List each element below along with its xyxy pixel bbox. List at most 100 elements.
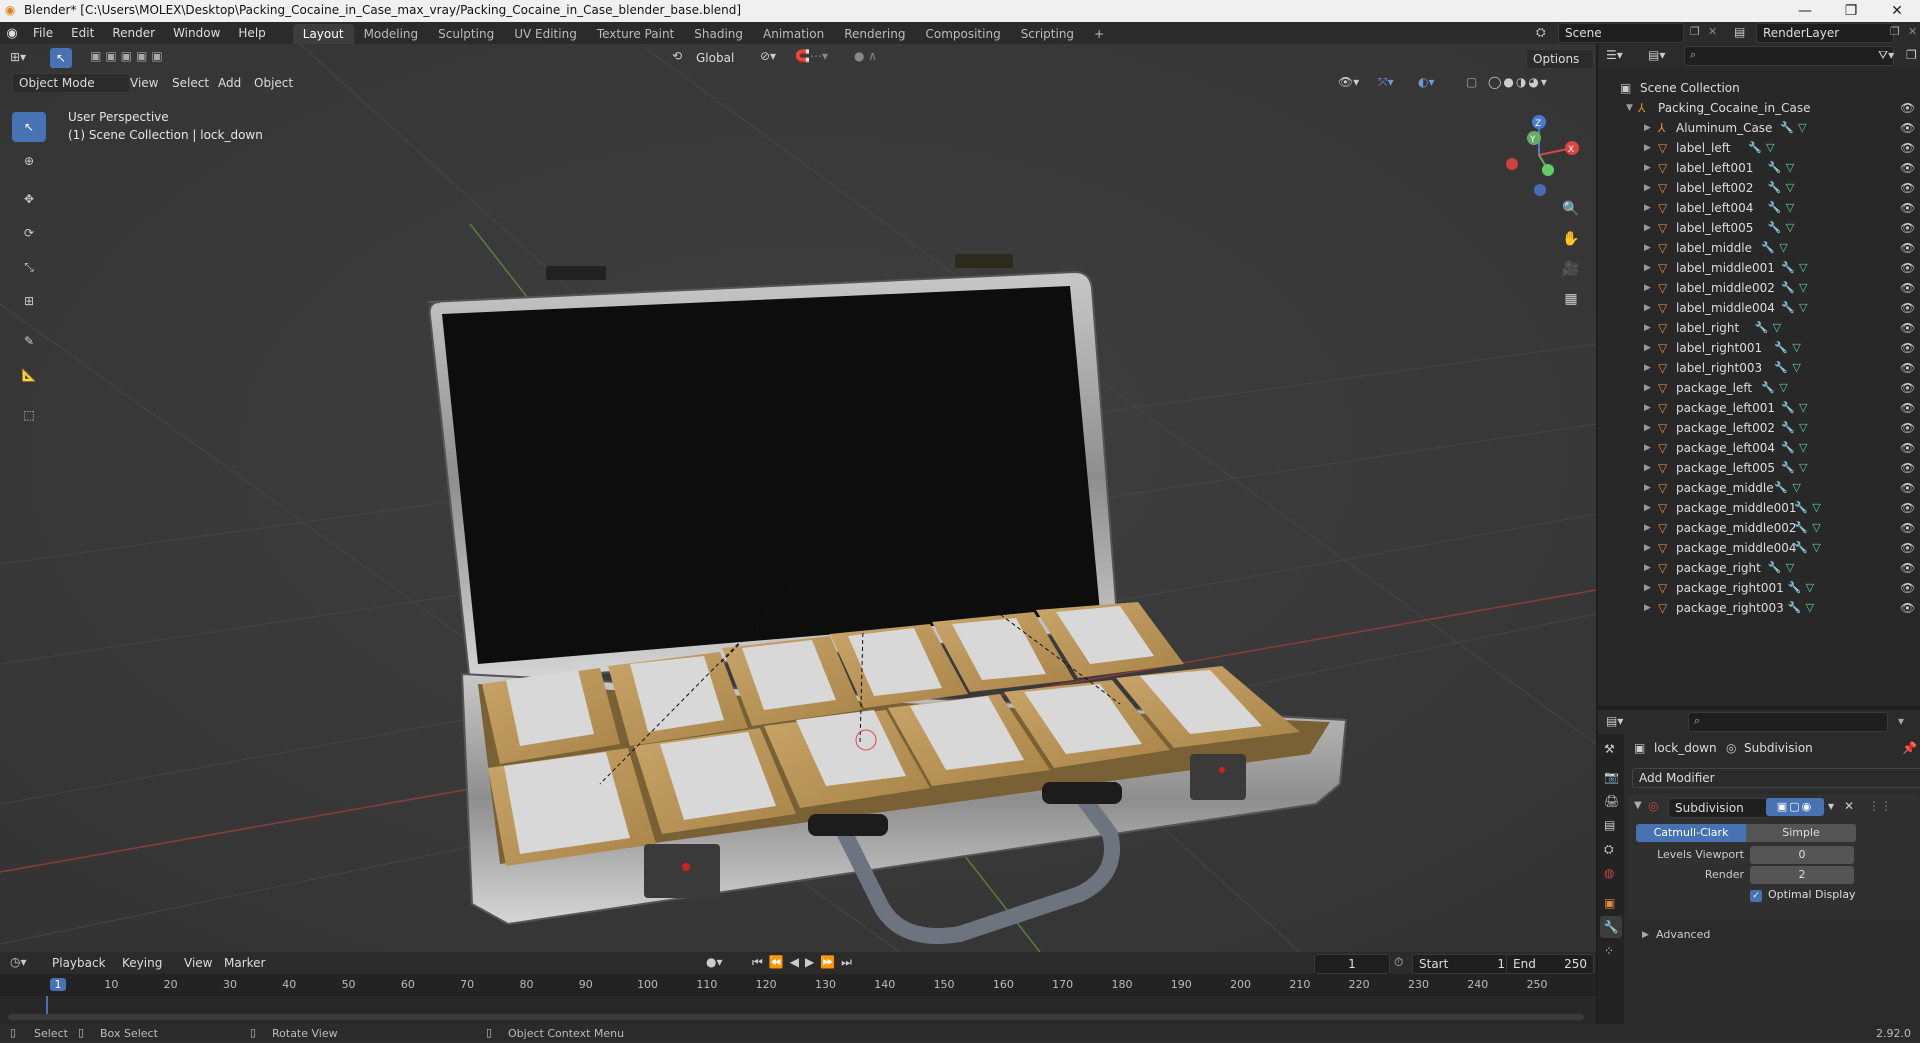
blender-menu-icon[interactable]: ◉ [0,26,24,41]
auto-keying-icon[interactable]: ●▾ [706,955,723,969]
eye-icon[interactable]: 👁 [1900,338,1915,358]
expand-arrow-icon[interactable]: ▶ [1644,238,1651,258]
timeline-scrollbar[interactable] [8,1014,1584,1020]
eye-icon[interactable]: 👁 [1900,158,1915,178]
eye-icon[interactable]: 👁 [1900,258,1915,278]
timeline-menu-keying[interactable]: Keying [114,952,170,974]
levels-viewport-field[interactable]: 0 [1750,846,1854,864]
modifier-wrench-icon[interactable]: 🔧 [1794,538,1808,558]
view-layer-tab-icon[interactable]: ▤ [1604,818,1615,832]
visibility-icon[interactable]: 👁▾ [1338,75,1359,89]
expand-arrow-icon[interactable]: ▶ [1644,398,1651,418]
expand-arrow-icon[interactable]: ▶ [1644,538,1651,558]
eye-icon[interactable]: 👁 [1900,398,1915,418]
expand-arrow-icon[interactable]: ▶ [1644,518,1651,538]
outliner-object-row[interactable]: ▶ ▽ package_middle 🔧 ▽ 👁 [1598,478,1920,498]
outliner-object-row[interactable]: ▶ ▽ package_left005 🔧 ▽ 👁 [1598,458,1920,478]
transform-orientation-dropdown[interactable]: Global [690,49,758,67]
orientation-icon[interactable]: ⟲ [672,49,682,63]
modifier-wrench-icon[interactable]: 🔧 [1781,258,1795,278]
modifier-wrench-icon[interactable]: 🔧 [1781,438,1795,458]
mesh-data-icon[interactable]: ▽ [1812,518,1820,538]
filter-icon[interactable]: ⛛▾ [1878,48,1894,63]
menu-help[interactable]: Help [229,22,274,44]
expand-arrow-icon[interactable]: ▶ [1644,218,1651,238]
modifier-wrench-icon[interactable]: 🔧 [1774,358,1788,378]
viewport-menu-add[interactable]: Add [210,72,249,94]
tool-measure[interactable]: 📐 [12,360,46,390]
modifier-wrench-icon[interactable]: 🔧 [1781,278,1795,298]
tool-scale[interactable]: ⤡ [12,252,46,282]
eye-icon[interactable]: 👁 [1900,358,1915,378]
eye-icon[interactable]: 👁 [1900,138,1915,158]
tab-shading[interactable]: Shading [684,24,753,44]
outliner-object-row[interactable]: ▶ ▽ label_left001 🔧 ▽ 👁 [1598,158,1920,178]
expand-arrow-icon[interactable]: ▶ [1644,178,1651,198]
scene-icon[interactable]: ⛭ [1536,25,1546,40]
editor-type-icon[interactable]: ⊞▾ [10,50,26,64]
expand-arrow-icon[interactable]: ▶ [1644,138,1651,158]
expand-arrow-icon[interactable]: ▶ [1644,158,1651,178]
eye-icon[interactable]: 👁 [1900,478,1915,498]
modifier-wrench-icon[interactable]: 🔧 [1755,318,1769,338]
tool-annotate[interactable]: ✎ [12,326,46,356]
mesh-data-icon[interactable]: ▽ [1786,178,1794,198]
mesh-data-icon[interactable]: ▽ [1799,458,1807,478]
outliner-object-row[interactable]: ▶ ▽ package_right003 🔧 ▽ 👁 [1598,598,1920,618]
outliner-object-row[interactable]: ▶ ▽ package_middle004 🔧 ▽ 👁 [1598,538,1920,558]
eye-icon[interactable]: 👁 [1900,418,1915,438]
tab-texture-paint[interactable]: Texture Paint [587,24,684,44]
tab-animation[interactable]: Animation [753,24,834,44]
tab-scripting[interactable]: Scripting [1011,24,1084,44]
tab-sculpting[interactable]: Sculpting [428,24,504,44]
modifier-wrench-icon[interactable]: 🔧 [1781,458,1795,478]
expand-arrow-icon[interactable]: ▶ [1644,498,1651,518]
eye-icon[interactable]: 👁 [1900,278,1915,298]
pin-icon[interactable]: 📌 [1902,741,1917,755]
outliner-object-row[interactable]: ▶ ▽ package_right 🔧 ▽ 👁 [1598,558,1920,578]
modifier-wrench-icon[interactable]: 🔧 [1788,578,1802,598]
eye-icon[interactable]: 👁 [1900,518,1915,538]
expand-arrow-icon[interactable]: ▶ [1644,358,1651,378]
particles-tab-icon[interactable]: ⁘ [1604,944,1614,958]
mesh-data-icon[interactable]: ▽ [1799,438,1807,458]
outliner-object-row[interactable]: ▶ ▽ label_middle002 🔧 ▽ 👁 [1598,278,1920,298]
mesh-data-icon[interactable]: ▽ [1786,218,1794,238]
outliner-object-row[interactable]: ▶ ▽ package_left 🔧 ▽ 👁 [1598,378,1920,398]
viewport-menu-object[interactable]: Object [246,72,301,94]
tool-move[interactable]: ✥ [12,184,46,214]
snap-icon[interactable]: 🧲⋯▾ [795,49,828,63]
expand-arrow-icon[interactable]: ▶ [1644,418,1651,438]
mesh-data-icon[interactable]: ▽ [1799,258,1807,278]
mesh-data-icon[interactable]: ▽ [1799,398,1807,418]
new-collection-icon[interactable]: ❐ [1906,48,1917,62]
mesh-data-icon[interactable]: ▽ [1766,138,1774,158]
overlays-icon[interactable]: ◐▾ [1418,75,1435,89]
menu-window[interactable]: Window [164,22,229,44]
ortho-grid-icon[interactable]: ▦ [1558,286,1584,312]
tab-layout[interactable]: Layout [292,23,354,44]
expand-arrow-icon[interactable]: ▶ [1644,198,1651,218]
eye-icon[interactable]: 👁 [1900,298,1915,318]
outliner-object-row[interactable]: ▶ ▽ label_middle004 🔧 ▽ 👁 [1598,298,1920,318]
eye-icon[interactable]: 👁 [1900,538,1915,558]
collapse-arrow-icon[interactable]: ▼ [1634,800,1642,811]
display-mode-icon[interactable]: ▤▾ [1648,48,1665,62]
expand-arrow-icon[interactable]: ▶ [1644,118,1651,138]
drag-handle-icon[interactable]: ⋮⋮ [1868,799,1892,813]
optimal-display-checkbox[interactable]: ✓ [1750,890,1762,902]
frame-ruler[interactable]: 1 10 20 30 40 50 60 70 80 90 100 110 120 130 140 150 160… [0,974,1596,996]
outliner-object-row[interactable]: ▶ ▽ label_middle001 🔧 ▽ 👁 [1598,258,1920,278]
mesh-data-icon[interactable]: ▽ [1806,598,1814,618]
modifier-wrench-icon[interactable]: 🔧 [1768,198,1782,218]
new-view-layer-icon[interactable]: ❐ [1890,25,1900,38]
viewport-menu-view[interactable]: View [122,72,166,94]
expand-arrow-icon[interactable]: ▶ [1644,278,1651,298]
new-scene-icon[interactable]: ❐ [1690,25,1700,38]
scene-name-field[interactable]: Scene [1558,23,1684,43]
add-workspace-button[interactable]: + [1084,24,1114,44]
expand-arrow-icon[interactable]: ▶ [1644,598,1651,618]
advanced-subpanel[interactable]: Advanced [1656,928,1710,941]
modifier-wrench-icon[interactable]: 🔧 [1788,598,1802,618]
tool-cursor[interactable]: ⊕ [12,146,46,176]
